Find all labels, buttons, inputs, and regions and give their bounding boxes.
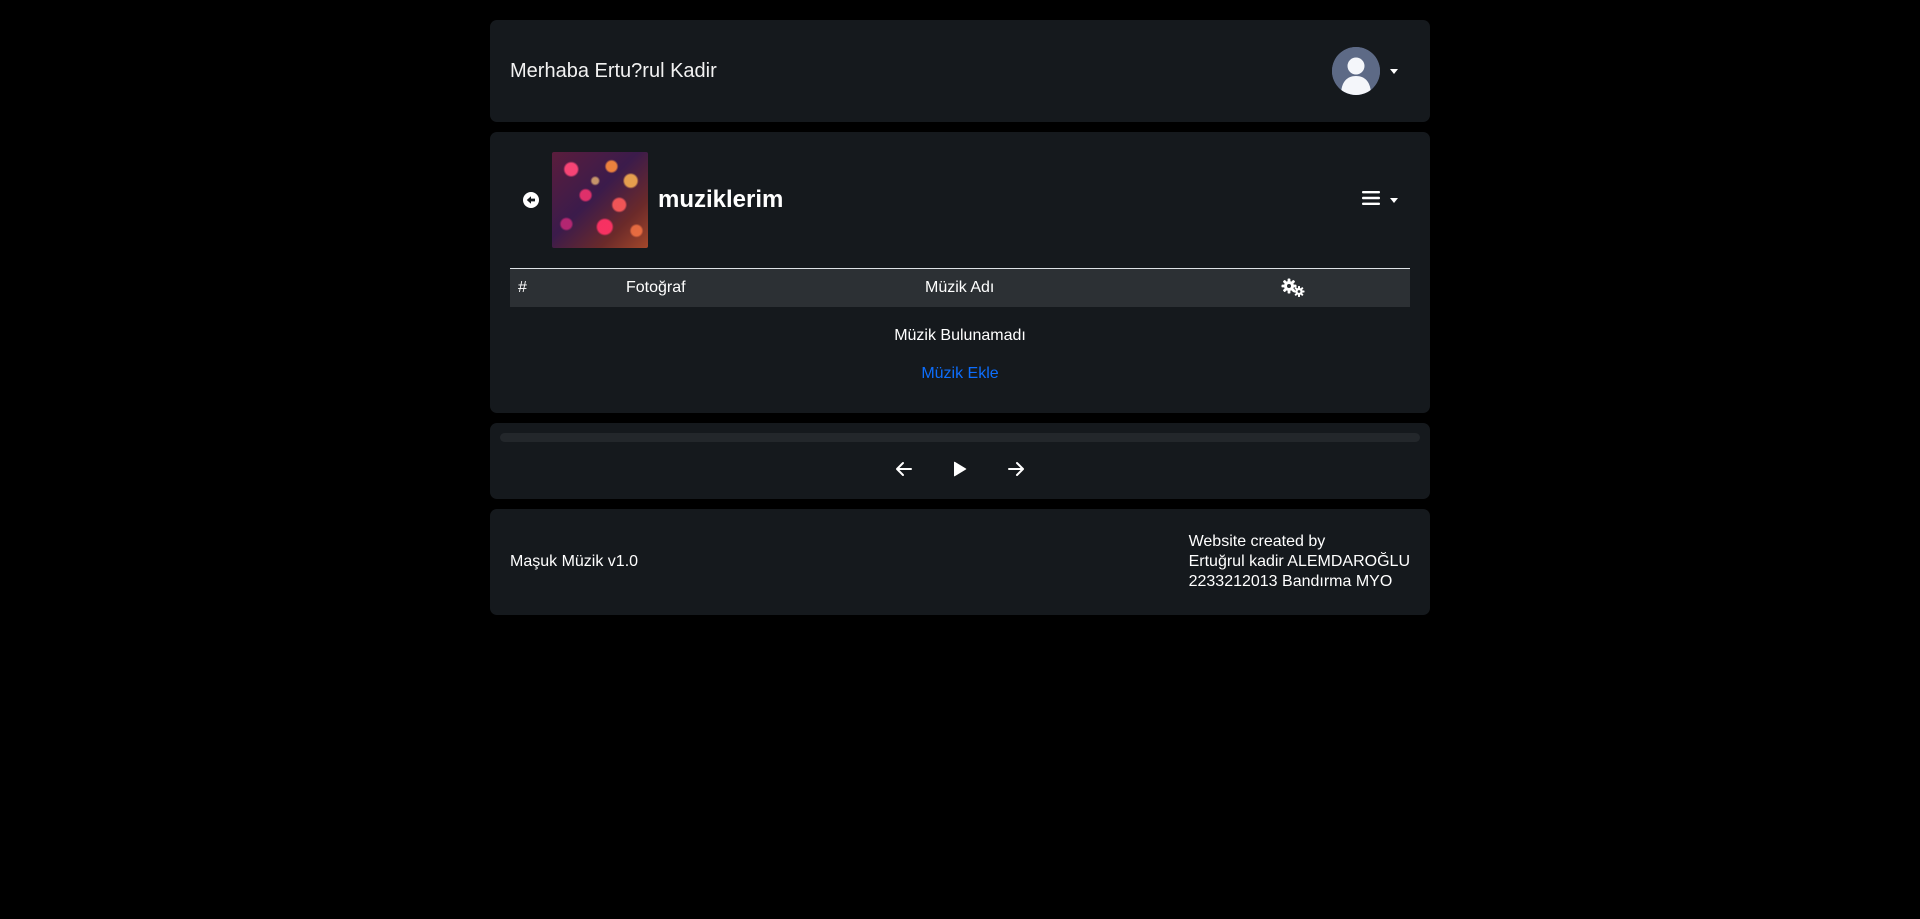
- songs-table: # Fotoğraf Müzik Adı: [510, 268, 1410, 307]
- column-header-settings: [1273, 269, 1410, 308]
- chevron-down-icon[interactable]: [1390, 197, 1398, 203]
- greeting-text: Merhaba Ertu?rul Kadir: [510, 59, 717, 82]
- app-version: Maşuk Müzik v1.0: [510, 553, 639, 570]
- credit-line: Ertuğrul kadir ALEMDAROĞLU: [1188, 553, 1410, 570]
- user-avatar-icon[interactable]: [1332, 47, 1380, 95]
- playlist-card: muziklerim # Fotoğraf Müzik Adı Müzik Bu…: [490, 132, 1430, 413]
- footer: Maşuk Müzik v1.0 Website created by Ertu…: [490, 509, 1430, 615]
- playlist-header: muziklerim: [510, 152, 1410, 248]
- chevron-down-icon[interactable]: [1390, 68, 1398, 74]
- playlist-menu-dropdown[interactable]: [1362, 190, 1398, 211]
- add-music-link[interactable]: Müzik Ekle: [510, 365, 1410, 383]
- column-header-index: #: [518, 279, 527, 296]
- playlist-cover-image: [552, 152, 648, 248]
- play-icon[interactable]: [951, 460, 969, 478]
- progress-bar[interactable]: [500, 433, 1420, 442]
- player-controls: [500, 460, 1420, 478]
- column-header-photo: Fotoğraf: [626, 279, 686, 296]
- previous-icon[interactable]: [895, 460, 913, 478]
- column-header-name: Müzik Adı: [925, 279, 995, 296]
- playlist-title: muziklerim: [658, 186, 784, 213]
- hamburger-menu-icon[interactable]: [1362, 190, 1380, 211]
- top-header: Merhaba Ertu?rul Kadir: [490, 20, 1430, 122]
- empty-state-message: Müzik Bulunamadı: [894, 327, 1026, 344]
- arrow-left-circle-icon[interactable]: [523, 192, 539, 208]
- table-header-row: # Fotoğraf Müzik Adı: [510, 268, 1410, 308]
- next-icon[interactable]: [1007, 460, 1025, 478]
- user-menu-dropdown[interactable]: [1332, 47, 1398, 95]
- gears-icon: [1281, 278, 1307, 297]
- credits-block: Website created by Ertuğrul kadir ALEMDA…: [1189, 532, 1410, 592]
- credit-line: Website created by: [1188, 533, 1326, 550]
- credit-line: 2233212013 Bandırma MYO: [1188, 573, 1393, 590]
- page-container: Merhaba Ertu?rul Kadir muziklerim # Foto…: [490, 20, 1430, 615]
- music-player: [490, 423, 1430, 499]
